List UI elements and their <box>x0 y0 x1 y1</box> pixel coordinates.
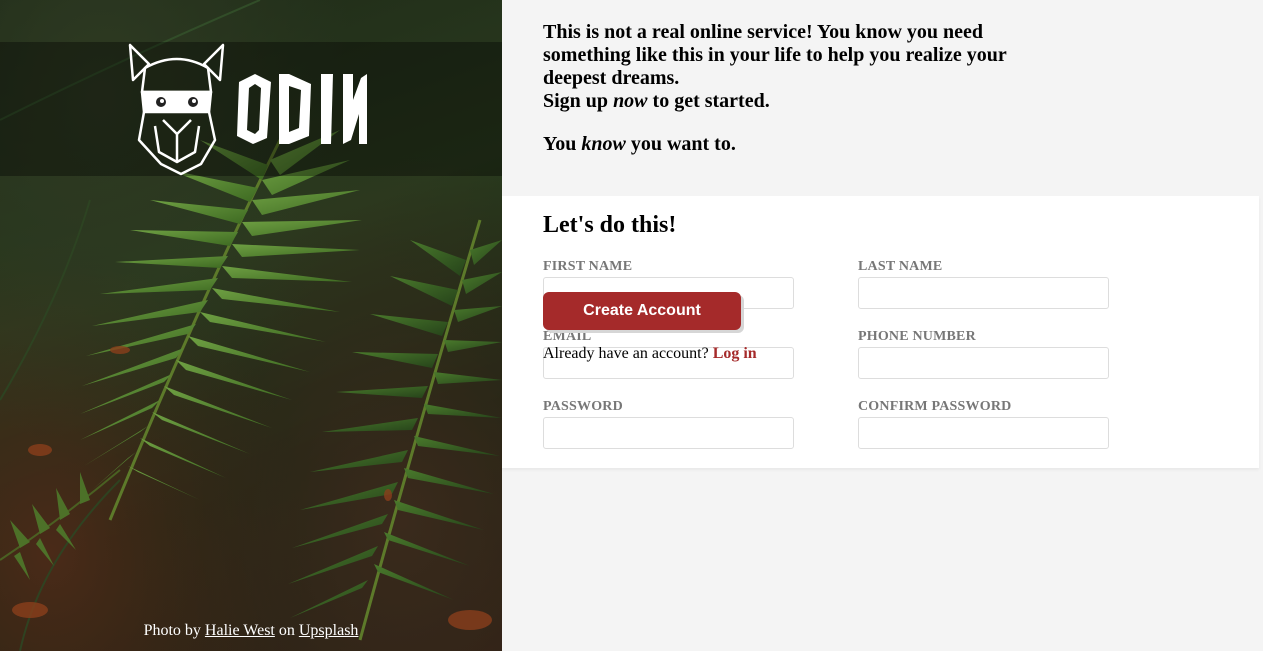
credit-middle: on <box>278 622 295 639</box>
signup-content: This is not a real online service! You k… <box>502 0 1259 651</box>
phone-field: PHONE NUMBER <box>858 329 1109 379</box>
phone-input[interactable] <box>858 347 1109 379</box>
last-name-input[interactable] <box>858 277 1109 309</box>
signup-form: Let's do this! FIRST NAME LAST NAME EMAI… <box>502 196 1259 468</box>
odin-wordmark <box>237 74 367 144</box>
credit-prefix: Photo by <box>143 622 201 639</box>
first-name-label: FIRST NAME <box>543 259 633 274</box>
last-name-field: LAST NAME <box>858 259 1109 309</box>
intro-line: This is not a real online service! You k… <box>543 21 1007 89</box>
viking-helmet-icon <box>128 43 225 176</box>
photographer-link[interactable]: Halie West <box>205 622 275 639</box>
last-name-label: LAST NAME <box>858 259 943 274</box>
email-label: EMAIL <box>543 329 592 344</box>
password-label: PASSWORD <box>543 399 623 414</box>
login-prompt: Already have an account? Log in <box>543 345 757 363</box>
signup-page: Photo by Halie West on Upsplash This is … <box>0 0 1263 651</box>
odin-logo <box>128 43 367 176</box>
login-link[interactable]: Log in <box>713 345 757 362</box>
confirm-password-label: CONFIRM PASSWORD <box>858 399 1012 414</box>
password-field: PASSWORD <box>543 399 794 449</box>
confirm-password-field: CONFIRM PASSWORD <box>858 399 1109 449</box>
source-link[interactable]: Upsplash <box>299 622 359 639</box>
signup-prefix: Sign up <box>543 90 609 112</box>
know-prefix: You <box>543 133 577 155</box>
phone-label: PHONE NUMBER <box>858 329 976 344</box>
signup-emphasis: now <box>613 90 648 112</box>
photo-credit: Photo by Halie West on Upsplash <box>0 622 502 640</box>
signup-line: Sign up now to get started. <box>543 90 1023 113</box>
know-emphasis: know <box>581 133 626 155</box>
login-prompt-text: Already have an account? <box>543 345 709 362</box>
know-suffix: you want to. <box>630 133 736 155</box>
intro-text: This is not a real online service! You k… <box>543 21 1023 156</box>
create-account-button[interactable]: Create Account <box>543 292 741 330</box>
hero-panel: Photo by Halie West on Upsplash <box>0 0 502 651</box>
password-input[interactable] <box>543 417 794 449</box>
know-line: You know you want to. <box>543 133 1023 156</box>
form-title: Let's do this! <box>543 212 677 238</box>
confirm-password-input[interactable] <box>858 417 1109 449</box>
signup-suffix: to get started. <box>652 90 770 112</box>
